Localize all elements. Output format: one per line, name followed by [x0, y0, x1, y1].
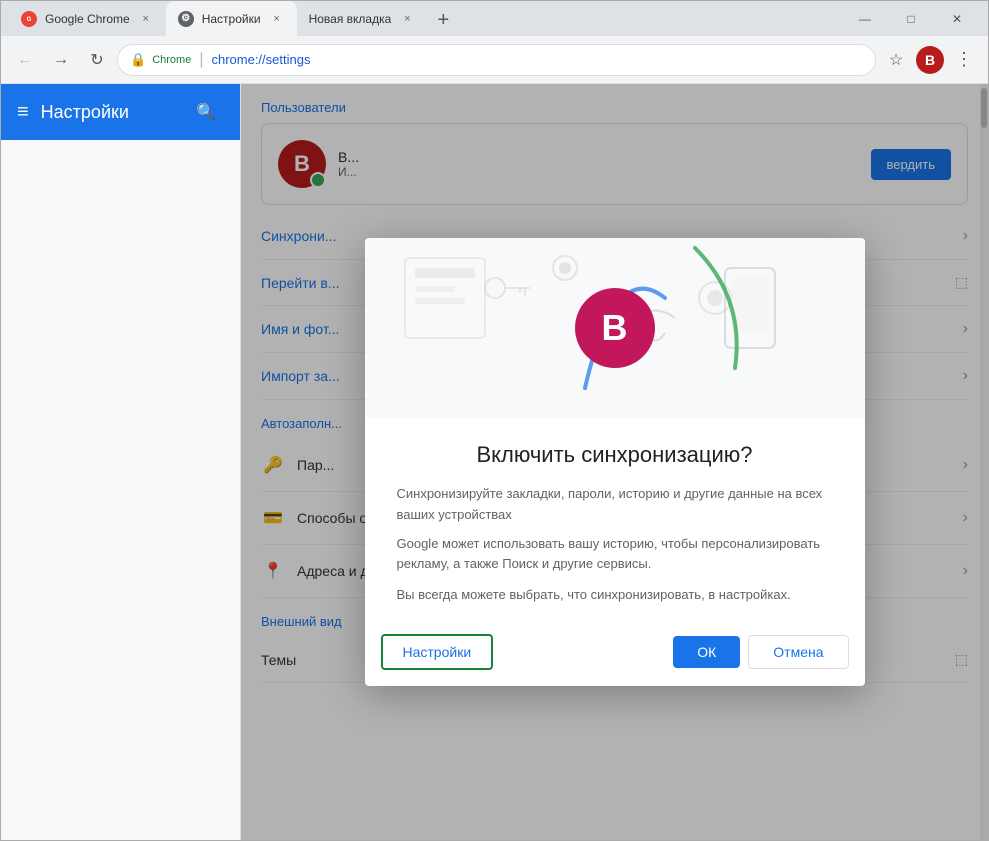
browser-window: G Google Chrome × ⚙ Настройки × Новая вк… [0, 0, 989, 841]
toolbar-right: ☆ B ⋮ [880, 44, 980, 76]
dialog-text1: Синхронизируйте закладки, пароли, истори… [397, 484, 833, 526]
forward-button[interactable]: → [45, 44, 77, 76]
dialog-text2: Google может использовать вашу историю, … [397, 534, 833, 576]
restore-button[interactable]: □ [888, 1, 934, 36]
dialog-avatar: B [575, 288, 655, 368]
tab-favicon-google: G [21, 11, 37, 27]
dialog-overlay: B Включить синхронизацию? Синхронизируйт… [241, 84, 988, 840]
close-button[interactable]: ✕ [934, 1, 980, 36]
settings-main: Пользователи В В... И... вердить Синхрон… [241, 84, 988, 840]
dialog-actions: Настройки ОК Отмена [365, 626, 865, 686]
sidebar-title: Настройки [41, 102, 129, 123]
tab-favicon-settings: ⚙ [178, 11, 194, 27]
tab-newtab[interactable]: Новая вкладка × [297, 1, 428, 36]
dialog-note: Вы всегда можете выбрать, что синхронизи… [397, 587, 833, 602]
address-secure-text: Chrome [152, 54, 191, 66]
back-button[interactable]: ← [9, 44, 41, 76]
more-options-button[interactable]: ⋮ [948, 44, 980, 76]
sidebar: ≡ Настройки 🔍 [1, 84, 241, 840]
dialog-ok-button[interactable]: ОК [673, 636, 740, 668]
bookmark-button[interactable]: ☆ [880, 44, 912, 76]
dialog-illustration: B [365, 238, 865, 418]
title-bar: G Google Chrome × ⚙ Настройки × Новая вк… [1, 1, 988, 36]
dialog-body: Включить синхронизацию? Синхронизируйте … [365, 418, 865, 626]
svg-text:G: G [27, 17, 32, 23]
sync-dialog: B Включить синхронизацию? Синхронизируйт… [365, 238, 865, 686]
profile-avatar-button[interactable]: B [916, 46, 944, 74]
address-url: chrome://settings [211, 52, 310, 67]
sidebar-menu-icon[interactable]: ≡ [17, 101, 29, 124]
tabs-area: G Google Chrome × ⚙ Настройки × Новая вк… [9, 1, 842, 36]
minimize-button[interactable]: — [842, 1, 888, 36]
tab-title-settings: Настройки [202, 12, 261, 26]
tab-settings[interactable]: ⚙ Настройки × [166, 1, 297, 36]
content-area: ≡ Настройки 🔍 Пользователи В В... [1, 84, 988, 840]
tab-close-newtab[interactable]: × [399, 11, 415, 27]
tab-close-settings[interactable]: × [269, 11, 285, 27]
address-pipe: | [199, 51, 203, 69]
tab-google-chrome[interactable]: G Google Chrome × [9, 1, 166, 36]
new-tab-button[interactable]: + [427, 4, 459, 36]
toolbar: ← → ↻ 🔒 Chrome | chrome://settings ☆ B ⋮ [1, 36, 988, 84]
address-favicon: 🔒 [130, 52, 146, 68]
window-controls: — □ ✕ [842, 1, 980, 36]
dialog-settings-button[interactable]: Настройки [381, 634, 494, 670]
sidebar-search-button[interactable]: 🔍 [188, 94, 224, 130]
reload-button[interactable]: ↻ [81, 44, 113, 76]
dialog-title: Включить синхронизацию? [397, 442, 833, 468]
sidebar-header: ≡ Настройки 🔍 [1, 84, 240, 140]
tab-title-newtab: Новая вкладка [309, 12, 392, 26]
tab-title-google: Google Chrome [45, 12, 130, 26]
dialog-cancel-button[interactable]: Отмена [748, 635, 848, 669]
tab-close-google[interactable]: × [138, 11, 154, 27]
address-bar[interactable]: 🔒 Chrome | chrome://settings [117, 44, 876, 76]
